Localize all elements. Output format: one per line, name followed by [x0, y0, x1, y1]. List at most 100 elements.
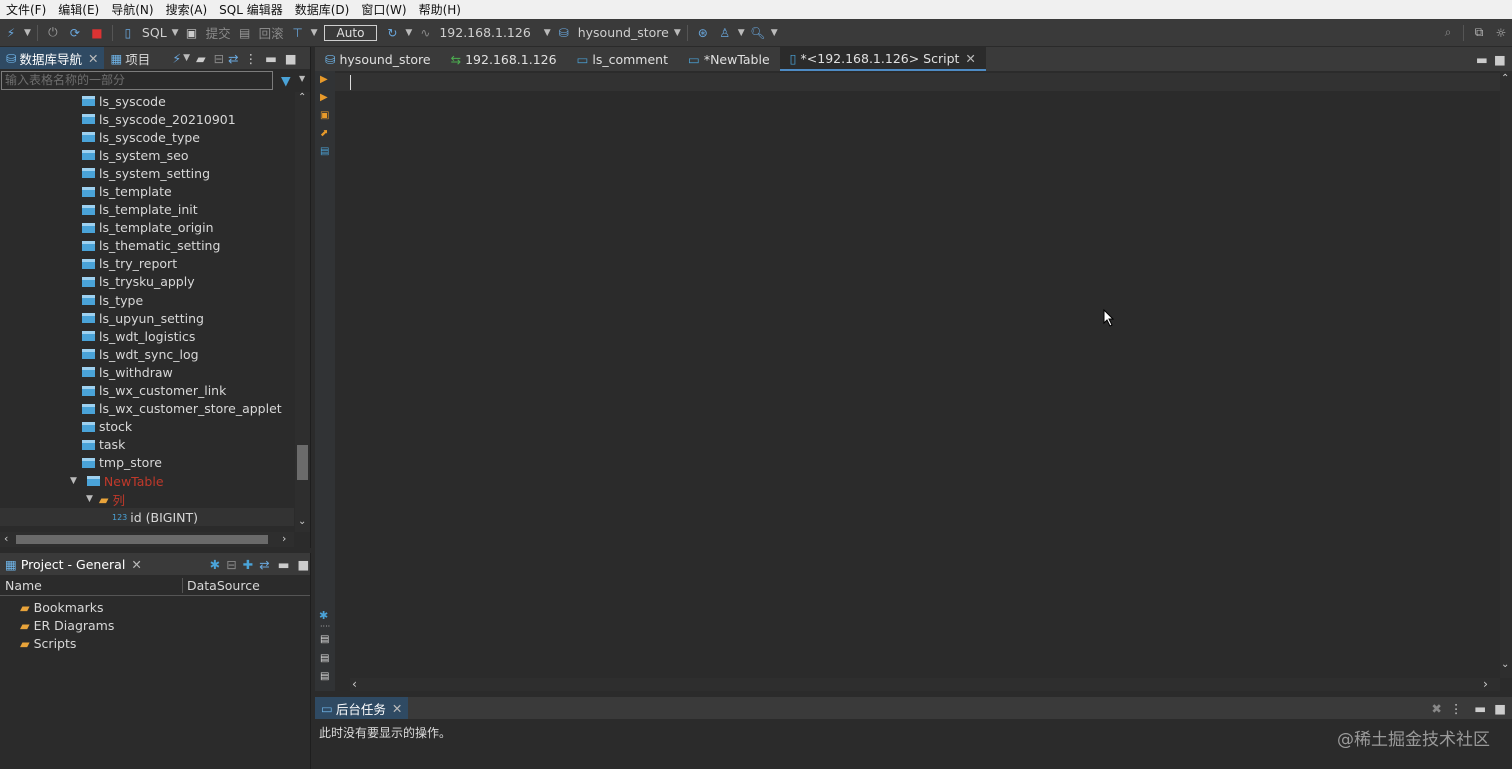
- tree-item-table[interactable]: ls_wx_customer_link: [0, 382, 294, 400]
- chevron-down-icon[interactable]: ▼: [771, 28, 778, 38]
- tree-item-table[interactable]: ls_trysku_apply: [0, 273, 294, 291]
- chevron-down-icon[interactable]: ▼: [299, 74, 305, 83]
- tab-editor-1[interactable]: ⇆ 192.168.1.126: [441, 47, 567, 71]
- active-connection[interactable]: 192.168.1.126: [439, 25, 530, 40]
- filter-icon[interactable]: ▼: [281, 73, 291, 88]
- chevron-left-icon[interactable]: ‹: [352, 676, 357, 691]
- menu-edit[interactable]: 编辑(E): [52, 1, 105, 18]
- maximize-icon[interactable]: ■: [298, 557, 310, 572]
- tree-horizontal-scrollbar[interactable]: ‹ ›: [0, 532, 294, 547]
- execute-new-tab-icon[interactable]: ▣: [320, 110, 329, 121]
- close-icon[interactable]: ✕: [88, 51, 98, 66]
- tree-vertical-scrollbar[interactable]: ⌃ ⌄: [295, 92, 310, 532]
- chevron-down-icon[interactable]: ▼: [183, 53, 190, 63]
- view-menu-icon[interactable]: ⋮: [245, 51, 258, 66]
- explain-plan-icon[interactable]: ⬈: [320, 128, 328, 139]
- column-header-datasource[interactable]: DataSource: [183, 578, 260, 593]
- tree-item-table[interactable]: ls_upyun_setting: [0, 309, 294, 327]
- close-icon[interactable]: ✕: [131, 557, 141, 572]
- configure-icon[interactable]: ✱: [210, 557, 220, 572]
- tab-background-tasks[interactable]: ▭ 后台任务 ✕: [315, 697, 409, 719]
- minimize-icon[interactable]: ▬: [265, 51, 277, 66]
- rollback-button[interactable]: 回滚: [259, 23, 284, 42]
- menu-navigate[interactable]: 导航(N): [105, 1, 159, 18]
- tree-item-table[interactable]: task: [0, 436, 294, 454]
- tree-item-table[interactable]: ls_template_origin: [0, 219, 294, 237]
- search-tool-icon[interactable]: 🔍︎: [750, 25, 766, 41]
- reconnect-icon[interactable]: ⟳: [67, 25, 83, 41]
- tree-item-table[interactable]: ls_try_report: [0, 255, 294, 273]
- maximize-results-icon[interactable]: ✱: [319, 609, 328, 622]
- tree-icon[interactable]: ♙: [717, 25, 733, 41]
- tree-item-table[interactable]: ls_wdt_sync_log: [0, 345, 294, 363]
- chevron-up-icon[interactable]: ⌃: [1501, 73, 1509, 84]
- project-item[interactable]: ▰ ER Diagrams: [0, 616, 310, 634]
- tree-item-table[interactable]: ls_wx_customer_store_applet: [0, 400, 294, 418]
- scrollbar-thumb[interactable]: [297, 445, 308, 480]
- tree-item-table[interactable]: ls_template_init: [0, 201, 294, 219]
- rollback-icon[interactable]: ▤: [237, 25, 253, 41]
- load-history-icon[interactable]: ▤: [320, 146, 329, 157]
- menu-database[interactable]: 数据库(D): [289, 1, 356, 18]
- minimize-icon[interactable]: ▬: [1474, 701, 1486, 716]
- menu-window[interactable]: 窗口(W): [355, 1, 412, 18]
- minimize-icon[interactable]: ▬: [278, 557, 290, 572]
- editor-vertical-scrollbar[interactable]: ⌃ ⌄: [1500, 71, 1512, 678]
- chevron-left-icon[interactable]: ‹: [4, 532, 8, 545]
- tree-item-columns-folder[interactable]: ▼ ▰ 列: [0, 490, 294, 508]
- tab-projects[interactable]: ▦ 项目: [104, 47, 156, 69]
- tab-editor-4[interactable]: ▯ *<192.168.1.126> Script ✕: [779, 47, 986, 71]
- new-connection-icon[interactable]: ⚡: [3, 25, 19, 41]
- tree-item-table[interactable]: ls_wdt_logistics: [0, 327, 294, 345]
- active-database[interactable]: hysound_store: [578, 25, 669, 40]
- tree-item-table[interactable]: ls_withdraw: [0, 363, 294, 381]
- tree-item-table[interactable]: ls_template: [0, 182, 294, 200]
- perspective-icon[interactable]: ⧉: [1471, 25, 1487, 41]
- chevron-down-icon[interactable]: ⌄: [1501, 659, 1509, 670]
- editor-horizontal-scrollbar[interactable]: ‹ ›: [350, 676, 1500, 691]
- tree-item-table[interactable]: tmp_store: [0, 454, 294, 472]
- new-folder-icon[interactable]: ▰: [196, 51, 206, 66]
- close-icon[interactable]: ✕: [392, 701, 402, 716]
- project-title[interactable]: Project - General: [21, 557, 126, 572]
- chevron-down-icon[interactable]: ▼: [70, 476, 77, 486]
- show-log-icon[interactable]: ▤: [320, 671, 329, 682]
- minimize-icon[interactable]: ▬: [1476, 52, 1488, 67]
- tree-item-table[interactable]: ls_type: [0, 291, 294, 309]
- sql-editor[interactable]: ▶ ▶ ▣ ⬈ ▤ ✱ ···· ▤ ▤ ▤ ⌃ ⌄ ‹ ›: [315, 71, 1512, 691]
- tree-item-table[interactable]: ls_syscode_type: [0, 128, 294, 146]
- chevron-down-icon[interactable]: ▼: [24, 28, 31, 38]
- connect-icon[interactable]: ⏻: [45, 25, 61, 41]
- tree-item-table[interactable]: ls_system_seo: [0, 146, 294, 164]
- maximize-icon[interactable]: ■: [285, 51, 297, 66]
- chevron-down-icon[interactable]: ⌄: [298, 516, 306, 527]
- close-icon[interactable]: ✕: [965, 51, 975, 66]
- tree-item-new-table[interactable]: ▼ NewTable: [0, 472, 294, 490]
- cancel-task-icon[interactable]: ✖: [1431, 701, 1441, 716]
- dbeaver-icon[interactable]: ☼: [1493, 25, 1509, 41]
- project-item[interactable]: ▰ Scripts: [0, 634, 310, 652]
- collapse-all-icon[interactable]: ⊟: [226, 557, 236, 572]
- tree-item-column[interactable]: 123 id (BIGINT): [0, 508, 294, 527]
- refresh-icon[interactable]: ↻: [384, 25, 400, 41]
- tree-item-table[interactable]: ls_system_setting: [0, 164, 294, 182]
- tab-editor-3[interactable]: ▭ *NewTable: [678, 47, 780, 71]
- chevron-down-icon[interactable]: ▼: [674, 28, 681, 38]
- tree-item-table[interactable]: ls_thematic_setting: [0, 237, 294, 255]
- show-errors-icon[interactable]: ▤: [320, 653, 329, 664]
- chevron-right-icon[interactable]: ›: [1483, 676, 1488, 691]
- menu-help[interactable]: 帮助(H): [413, 1, 467, 18]
- menu-search[interactable]: 搜索(A): [160, 1, 214, 18]
- menu-sql-editor[interactable]: SQL 编辑器: [213, 1, 289, 18]
- disconnect-icon[interactable]: ■: [89, 25, 105, 41]
- maximize-icon[interactable]: ■: [1494, 52, 1506, 67]
- maximize-icon[interactable]: ■: [1494, 701, 1506, 716]
- chevron-down-icon[interactable]: ▼: [405, 28, 412, 38]
- chevron-up-icon[interactable]: ⌃: [298, 92, 306, 103]
- tab-database-navigator[interactable]: ⛁ 数据库导航 ✕: [0, 47, 105, 69]
- link-editor-icon[interactable]: ⇄: [259, 557, 269, 572]
- commit-icon[interactable]: ▣: [184, 25, 200, 41]
- show-output-icon[interactable]: ▤: [320, 634, 329, 645]
- column-header-name[interactable]: Name: [0, 577, 183, 593]
- sql-button[interactable]: SQL: [142, 25, 167, 40]
